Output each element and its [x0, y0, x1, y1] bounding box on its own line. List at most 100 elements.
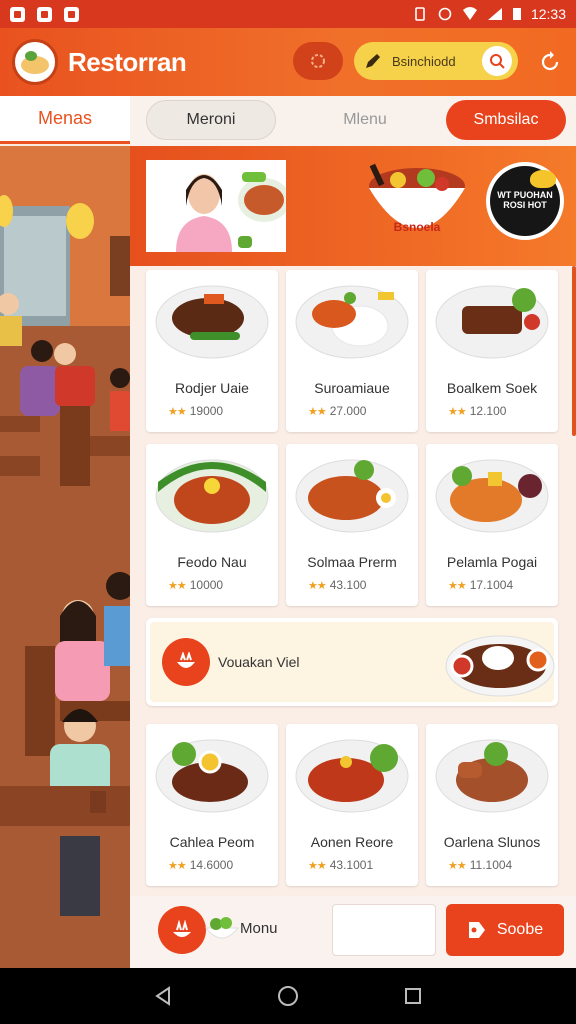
restaurant-badge[interactable]: WT PUOHAN ROSI HOT	[486, 162, 564, 240]
scrollbar[interactable]	[572, 266, 576, 436]
rating-value: 10000	[189, 578, 224, 592]
tab-menus[interactable]: Menas	[0, 96, 130, 144]
dish-name: Feodo Nau	[177, 554, 247, 570]
search-icon	[490, 54, 505, 69]
tab-pill-active[interactable]: Smbsilac	[446, 100, 566, 140]
rating-value: 17.1004	[469, 578, 514, 592]
app-notification-icon	[37, 6, 52, 22]
banner-dish-label: Bsnoela	[393, 220, 441, 234]
rating-value: 43.1001	[329, 858, 374, 872]
menu-list[interactable]: Rodjer Uaie ★★ 19000 Suroamiaue ★★ 27.000 …	[130, 266, 576, 968]
star-rating-icon: ★★	[168, 405, 187, 418]
tab-pill-2[interactable]: Mlenu	[302, 100, 428, 140]
restaurant-logo[interactable]	[12, 39, 58, 85]
recents-icon	[405, 988, 422, 1004]
tag-icon	[468, 922, 485, 938]
dish-rating: ★★ 43.100	[308, 578, 366, 592]
dish-name: Cahlea Peom	[169, 834, 255, 850]
note-input[interactable]	[332, 904, 436, 956]
star-rating-icon: ★★	[448, 405, 467, 418]
badge-text: WT PUOHAN ROSI HOT	[490, 166, 560, 236]
dish-rating: ★★ 11.1004	[448, 858, 512, 872]
star-rating-icon: ★★	[308, 859, 327, 872]
vibrate-icon	[415, 7, 425, 21]
rating-value: 19000	[189, 404, 224, 418]
rating-value: 43.100	[329, 578, 367, 592]
dish-rating: ★★ 10000	[168, 578, 223, 592]
category-tabs: Meroni Mlenu Smbsilac	[130, 96, 576, 146]
dish-icon	[173, 920, 191, 937]
home-button[interactable]	[273, 981, 303, 1011]
rating-value: 27.000	[329, 404, 367, 418]
back-button[interactable]	[148, 981, 178, 1011]
star-rating-icon: ★★	[168, 859, 187, 872]
dish-name: Oarlena Slunos	[443, 834, 541, 850]
rating-value: 11.1004	[469, 858, 513, 872]
star-rating-icon: ★★	[448, 579, 467, 592]
menu-card[interactable]: Pelamla Pogai ★★ 17.1004	[426, 444, 558, 606]
chef-illustration	[146, 160, 286, 252]
battery-icon	[512, 8, 521, 20]
dish-image	[155, 285, 269, 359]
system-nav-bar	[0, 968, 576, 1024]
search-text: Bsinchiodd	[392, 53, 456, 69]
menu-card[interactable]: Aonen Reore ★★ 43.1001	[286, 724, 418, 886]
salad-bowl-icon	[204, 917, 240, 939]
menu-card[interactable]: Solmaa Prerm ★★ 43.100	[286, 444, 418, 606]
tab-pill-1[interactable]: Meroni	[146, 100, 276, 140]
notification-icons	[10, 6, 79, 22]
menu-card[interactable]: Rodjer Uaie ★★ 19000	[146, 270, 278, 432]
dish-name: Solmaa Prerm	[307, 554, 397, 570]
dish-icon	[177, 652, 195, 668]
save-button[interactable]: Soobe	[446, 904, 564, 956]
menu-row-3: Cahlea Peom ★★ 14.6000 Aonen Reore ★★ 43.1…	[146, 724, 558, 886]
back-icon	[154, 986, 170, 1006]
dish-image	[155, 739, 269, 813]
status-time: 12:33	[530, 6, 566, 22]
dish-rating: ★★ 19000	[168, 404, 223, 418]
menu-card[interactable]: Boalkem Soek ★★ 12.100	[426, 270, 558, 432]
bottom-action-bar: Monu Soobe	[130, 896, 576, 968]
chef-photo	[146, 160, 286, 252]
menu-label: Monu	[240, 920, 278, 937]
promo-banner[interactable]: Bsnoela WT PUOHAN ROSI HOT	[130, 146, 576, 266]
dish-image	[435, 459, 549, 533]
search-button[interactable]	[482, 46, 512, 76]
menu-card[interactable]: Cahlea Peom ★★ 14.6000	[146, 724, 278, 886]
dish-image	[295, 739, 409, 813]
menu-card[interactable]: Oarlena Slunos ★★ 11.1004	[426, 724, 558, 886]
rating-value: 14.6000	[189, 858, 234, 872]
search-bar[interactable]: Bsinchiodd	[354, 42, 518, 80]
app-title: Restorran	[68, 46, 187, 77]
dish-name: Pelamla Pogai	[446, 554, 538, 570]
dish-image	[295, 459, 409, 533]
dish-rating: ★★ 43.1001	[308, 858, 373, 872]
dish-rating: ★★ 17.1004	[448, 578, 513, 592]
promo-text: Vouakan Viel	[218, 654, 300, 670]
app-notification-icon	[64, 6, 79, 22]
promo-card[interactable]: Vouakan Viel	[146, 618, 558, 706]
promo-inner: Vouakan Viel	[150, 622, 555, 702]
location-button[interactable]	[293, 42, 343, 80]
promo-button[interactable]	[162, 638, 210, 686]
menu-card[interactable]: Feodo Nau ★★ 10000	[146, 444, 278, 606]
menu-row-2: Feodo Nau ★★ 10000 Solmaa Prerm ★★ 43.100 …	[146, 444, 558, 606]
star-rating-icon: ★★	[448, 859, 467, 872]
refresh-icon[interactable]	[538, 50, 562, 74]
app-header: Restorran Bsinchiodd	[0, 28, 576, 96]
menu-fab-button[interactable]	[158, 906, 206, 954]
rating-value: 12.100	[469, 404, 507, 418]
star-rating-icon: ★★	[168, 579, 187, 592]
dish-image	[435, 739, 549, 813]
dish-name: Aonen Reore	[310, 834, 394, 850]
dish-name: Suroamiaue	[314, 380, 390, 396]
dish-name: Boalkem Soek	[446, 380, 538, 396]
menu-row-1: Rodjer Uaie ★★ 19000 Suroamiaue ★★ 27.000 …	[146, 270, 558, 432]
star-rating-icon: ★★	[308, 405, 327, 418]
promo-dish-image	[445, 635, 555, 697]
target-icon	[311, 54, 325, 68]
recents-button[interactable]	[398, 981, 428, 1011]
app-notification-icon	[10, 6, 25, 22]
menu-card[interactable]: Suroamiaue ★★ 27.000	[286, 270, 418, 432]
dish-rating: ★★ 12.100	[448, 404, 506, 418]
